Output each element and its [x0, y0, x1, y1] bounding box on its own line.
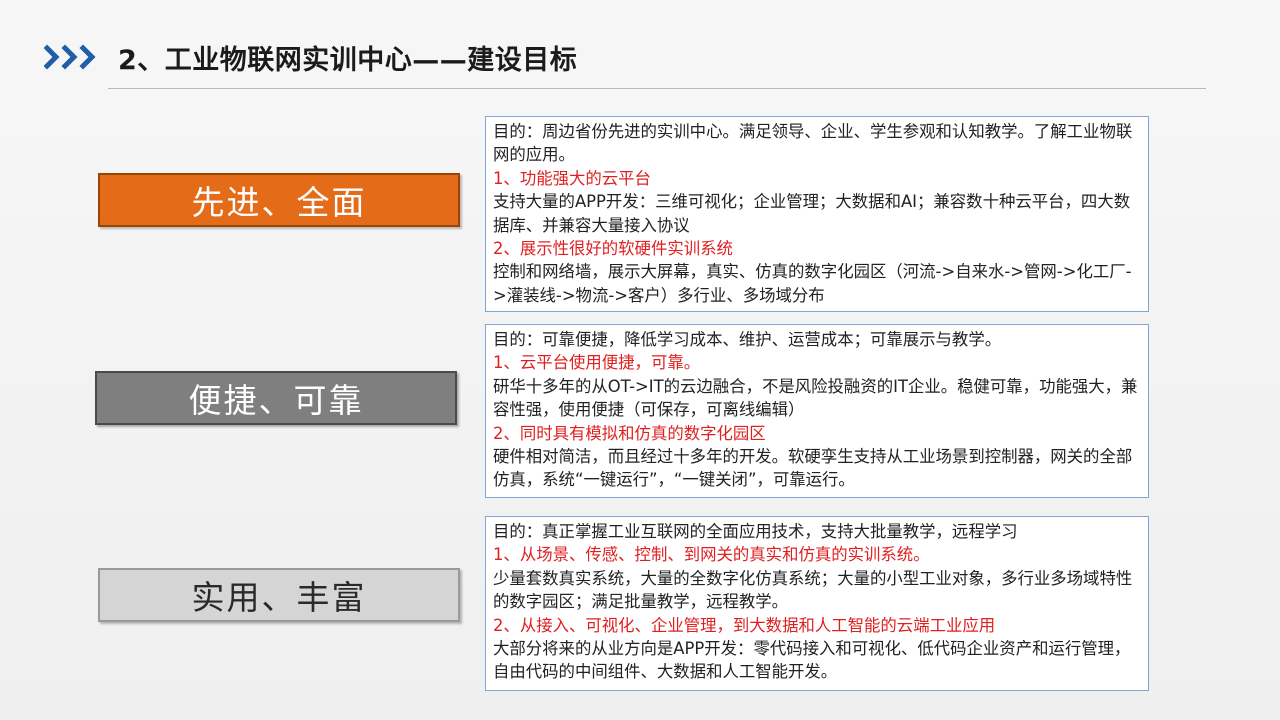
- section-text-box-advanced: 目的：周边省份先进的实训中心。满足领导、企业、学生参观和认知教学。了解工业物联网…: [485, 116, 1149, 312]
- section-text-box-convenient: 目的：可靠便捷，降低学习成本、维护、运营成本；可靠展示与教学。 1、云平台使用便…: [485, 324, 1149, 498]
- goal-line: 目的：周边省份先进的实训中心。满足领导、企业、学生参观和认知教学。了解工业物联网…: [493, 122, 1133, 165]
- page-title: 2、工业物联网实训中心——建设目标: [118, 44, 578, 76]
- point-detail: 支持大量的APP开发：三维可视化；企业管理；大数据和AI；兼容数十种云平台，四大…: [493, 192, 1131, 235]
- section-label-convenient: 便捷、可靠: [95, 371, 457, 425]
- point-heading: 1、从场景、传感、控制、到网关的真实和仿真的实训系统。: [493, 545, 930, 565]
- point-detail: 研华十多年的从OT->IT的云边融合，不是风险投融资的IT企业。稳健可靠，功能强…: [493, 376, 1138, 420]
- page-header: 2、工业物联网实训中心——建设目标: [44, 36, 577, 78]
- goal-line: 目的：真正掌握工业互联网的全面应用技术，支持大批量教学，远程学习: [493, 522, 1018, 541]
- point-detail: 控制和网络墙，展示大屏幕，真实、仿真的数字化园区（河流->自来水->管网->化工…: [493, 262, 1132, 305]
- point-detail: 少量套数真实系统，大量的全数字化仿真系统；大量的小型工业对象，多行业多场域特性的…: [493, 568, 1133, 612]
- point-detail: 大部分将来的从业方向是APP开发：零代码接入和可视化、低代码企业资产和运行管理，…: [493, 639, 1131, 682]
- point-detail: 硬件相对简洁，而且经过十多年的开发。软硬孪生支持从工业场景到控制器，网关的全部仿…: [493, 447, 1133, 490]
- point-heading: 2、从接入、可视化、企业管理，到大数据和人工智能的云端工业应用: [493, 615, 996, 635]
- goal-line: 目的：可靠便捷，降低学习成本、维护、运营成本；可靠展示与教学。: [493, 330, 1002, 349]
- point-heading: 1、云平台使用便捷，可靠。: [493, 353, 701, 373]
- point-heading: 1、功能强大的云平台: [493, 168, 651, 188]
- triple-chevron-right-icon: [44, 44, 102, 70]
- point-heading: 2、同时具有模拟和仿真的数字化园区: [493, 423, 766, 443]
- section-label-practical: 实用、丰富: [98, 568, 460, 622]
- section-label-advanced: 先进、全面: [98, 173, 460, 227]
- header-divider: [108, 88, 1206, 89]
- point-heading: 2、展示性很好的软硬件实训系统: [493, 239, 733, 259]
- section-text-box-practical: 目的：真正掌握工业互联网的全面应用技术，支持大批量教学，远程学习 1、从场景、传…: [485, 516, 1149, 691]
